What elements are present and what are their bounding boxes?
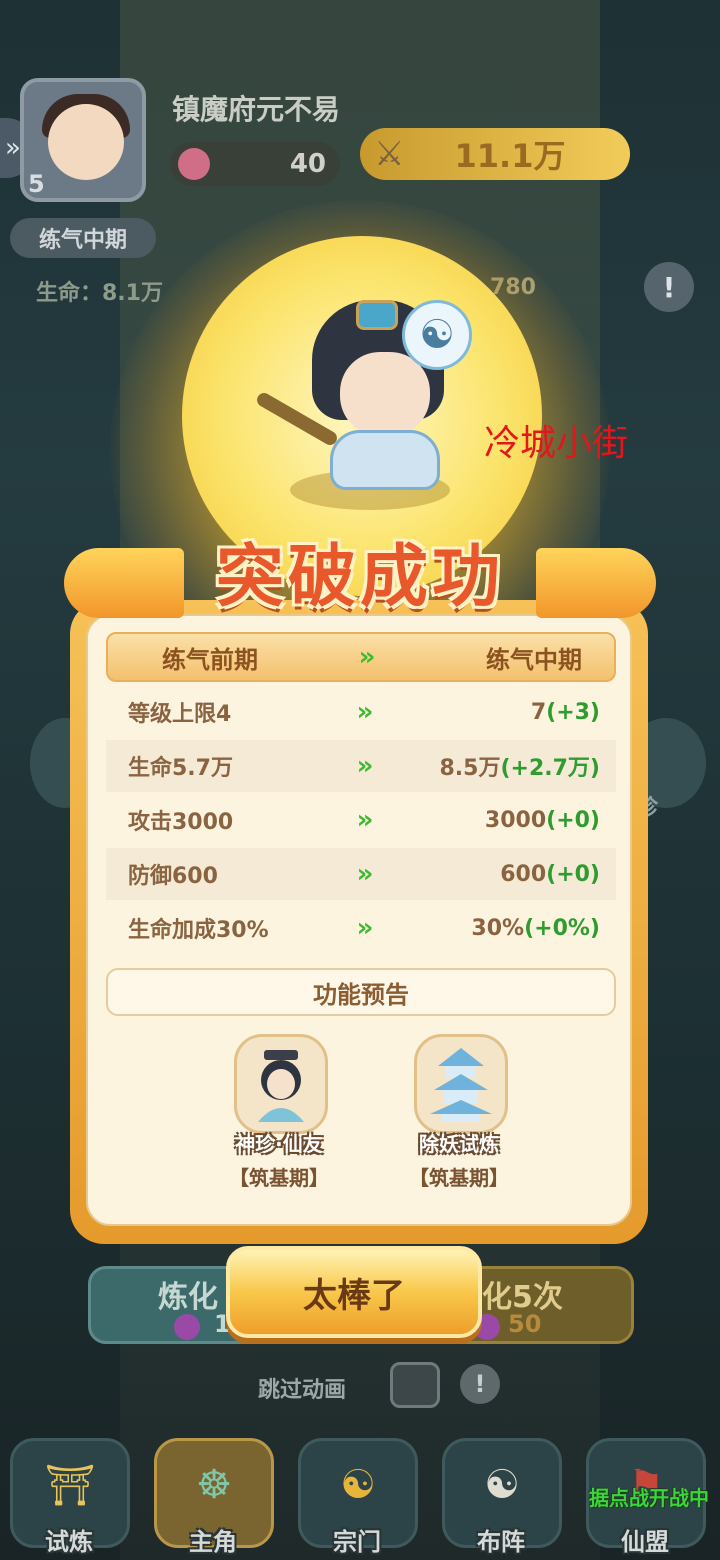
formation-icon: ☯ xyxy=(484,1462,520,1508)
stat-gain: (+0%) xyxy=(524,915,600,941)
hp-stat: 生命：8.1万 xyxy=(36,281,163,306)
skip-animation-label: 跳过动画 xyxy=(258,1378,347,1403)
stat-after-value: 8.5万 xyxy=(439,756,501,781)
stat-after: 600(+0) xyxy=(500,862,600,887)
stamina-pill[interactable]: 40 xyxy=(170,142,340,186)
double-arrow-icon: » xyxy=(356,805,374,835)
stat-after-value: 600 xyxy=(500,861,547,887)
stat-row: 防御600 » 600(+0) xyxy=(106,848,616,900)
stat-gain: (+0) xyxy=(546,861,600,887)
player-name: 镇魔府元不易 xyxy=(172,93,341,126)
hero-body xyxy=(330,430,440,490)
double-arrow-icon: » xyxy=(358,642,376,672)
alliance-war-badge: 据点战开战中 xyxy=(589,1486,709,1510)
double-arrow-icon: » xyxy=(356,859,374,889)
dialog-body: 练气前期 » 练气中期 等级上限4 » 7(+3) 生命5.7万 » 8.5万(… xyxy=(86,614,632,1226)
stat-gain: (+2.7万) xyxy=(500,756,600,781)
trial-icon: ⛩ xyxy=(44,1462,96,1509)
stat-after-value: 7 xyxy=(530,699,547,725)
skip-info-icon[interactable]: ! xyxy=(460,1364,500,1404)
dialog-title: 突破成功 xyxy=(215,537,504,617)
realm-tag: 练气中期 xyxy=(10,218,156,258)
stat-row: 等级上限4 » 7(+3) xyxy=(106,686,616,738)
feature-name: 神珍·仙友 xyxy=(235,1132,323,1156)
double-arrow-icon: » xyxy=(356,697,374,727)
stat-after-value: 3000 xyxy=(484,807,547,833)
stat-row: 生命加成30% » 30%(+0%) xyxy=(106,902,616,954)
feature-preview-item[interactable]: 神珍·仙友 【筑基期】 xyxy=(224,1034,334,1190)
stat-after: 8.5万(+2.7万) xyxy=(439,750,600,782)
hero-icon: ☸ xyxy=(196,1462,232,1508)
crossed-swords-icon: ⚔ xyxy=(374,134,405,174)
nav-label: 主角 xyxy=(189,1528,237,1556)
nav-label: 宗门 xyxy=(333,1528,381,1556)
stat-before: 等级上限4 xyxy=(128,702,232,727)
stat-before: 生命加成30% xyxy=(128,918,269,943)
peach-icon xyxy=(178,148,210,180)
combat-power-value: 11.1万 xyxy=(454,137,566,175)
feature-preview-item[interactable]: 除妖试炼 【筑基期】 xyxy=(404,1034,514,1190)
stat-before: 生命5.7万 xyxy=(128,756,233,781)
stat-after-value: 30% xyxy=(471,915,525,941)
nav-item-trial[interactable]: ⛩ 试炼 xyxy=(2,1420,136,1560)
refine-once-label: 炼化 xyxy=(158,1280,218,1315)
to-realm: 练气中期 xyxy=(486,645,582,674)
stat-before: 攻击3000 xyxy=(128,810,234,835)
confirm-button[interactable]: 太棒了 xyxy=(226,1246,482,1338)
realm-transition-header: 练气前期 » 练气中期 xyxy=(106,632,616,682)
nav-item-hero[interactable]: ☸ 主角 xyxy=(146,1420,280,1560)
stamina-value: 40 xyxy=(289,149,326,179)
refine-five-cost: 50 xyxy=(508,1310,542,1338)
nav-label: 试炼 xyxy=(45,1528,93,1556)
pagoda-icon xyxy=(414,1034,508,1134)
potion-icon xyxy=(174,1314,200,1340)
stat-row: 攻击3000 » 3000(+0) xyxy=(106,794,616,846)
feature-preview-title: 功能预告 xyxy=(106,968,616,1016)
double-arrow-icon: » xyxy=(356,913,374,943)
avatar-face xyxy=(48,104,124,180)
feature-requirement: 【筑基期】 xyxy=(409,1166,509,1190)
stat-after: 7(+3) xyxy=(531,700,600,725)
stat-row: 生命5.7万 » 8.5万(+2.7万) xyxy=(106,740,616,792)
stat-after: 30%(+0%) xyxy=(471,916,600,941)
nav-item-sect[interactable]: ☯ 宗门 xyxy=(290,1420,424,1560)
stat-after: 3000(+0) xyxy=(485,808,600,833)
immortal-friend-icon xyxy=(234,1034,328,1134)
stat-gain: (+0) xyxy=(546,807,600,833)
combat-power-pill: ⚔ 11.1万 xyxy=(360,128,630,180)
hero-crown xyxy=(356,300,398,330)
breakthrough-dialog: 练气前期 » 练气中期 等级上限4 » 7(+3) 生命5.7万 » 8.5万(… xyxy=(70,600,648,1244)
nav-label: 仙盟 xyxy=(621,1528,669,1556)
player-level: 5 xyxy=(28,170,45,198)
feature-requirement: 【筑基期】 xyxy=(229,1166,329,1190)
stat-before: 防御600 xyxy=(128,864,218,889)
watermark-text: 冷城小街 xyxy=(484,423,629,464)
nav-label: 布阵 xyxy=(477,1528,525,1556)
double-arrow-icon: » xyxy=(356,751,374,781)
feature-name: 除妖试炼 xyxy=(419,1132,499,1156)
skip-animation-checkbox[interactable] xyxy=(390,1362,440,1408)
sect-icon: ☯ xyxy=(340,1462,376,1508)
from-realm: 练气前期 xyxy=(162,645,258,674)
hero-face xyxy=(340,352,430,436)
yin-yang-orb-icon: ☯ xyxy=(402,300,472,370)
info-icon[interactable]: ! xyxy=(644,262,694,312)
nav-item-formation[interactable]: ☯ 布阵 xyxy=(434,1420,568,1560)
stat-gain: (+3) xyxy=(546,699,600,725)
